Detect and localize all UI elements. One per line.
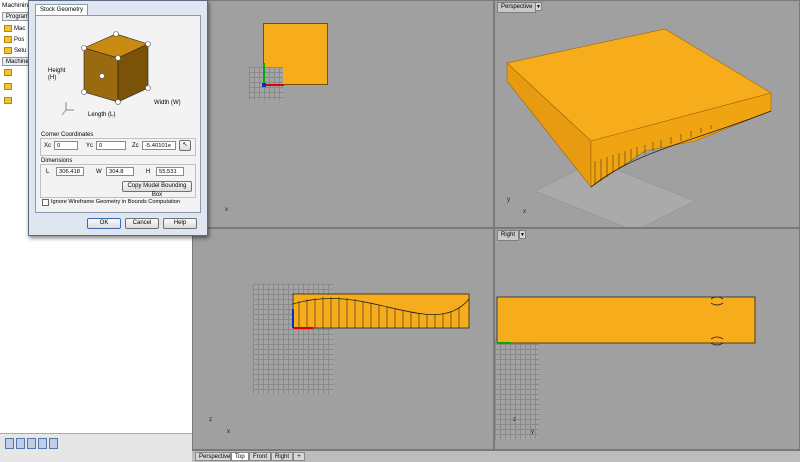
length-field[interactable]: 306.418 <box>56 167 84 176</box>
world-axis-x: x <box>227 429 230 435</box>
world-axis-x: x <box>225 207 228 213</box>
tree-item-node[interactable] <box>4 82 14 92</box>
stock-right <box>496 296 756 344</box>
dialog-content: Height (H) Length (L) Width (W) Corner C… <box>35 15 201 213</box>
stock-geometry-dialog: Stock Geometry Height (H) Length (L) Wid… <box>28 0 208 236</box>
sim-tab-icon[interactable] <box>49 438 58 449</box>
x-axis-icon <box>264 84 284 86</box>
pick-corner-button[interactable]: ↖ <box>179 140 191 151</box>
tree-item-node[interactable] <box>4 68 14 78</box>
tools-tab-icon[interactable] <box>16 438 25 449</box>
tab-perspective[interactable]: Perspective <box>195 452 231 461</box>
world-axis-y: y <box>531 429 534 435</box>
folder-icon <box>4 96 12 104</box>
browser-toolbar <box>0 433 192 462</box>
viewport-front[interactable]: z x <box>192 228 494 450</box>
zc-label: Zc <box>132 143 139 149</box>
l-label: L <box>46 169 50 175</box>
operations-tab-icon[interactable] <box>38 438 47 449</box>
tree-item-setup[interactable]: Setu <box>4 46 26 56</box>
folder-icon <box>4 82 12 90</box>
tree-item-node[interactable] <box>4 96 14 106</box>
viewport-top[interactable]: y x <box>192 0 494 228</box>
world-axis-z: z <box>209 417 212 423</box>
world-axis-y: y <box>507 197 510 203</box>
machine-tab-icon[interactable] <box>5 438 14 449</box>
height-label: Height (H) <box>48 68 66 81</box>
yc-label: Yc <box>86 143 94 149</box>
zc-field[interactable]: -5.40101e <box>142 141 176 150</box>
tree-item-mac[interactable]: Mac <box>4 24 25 34</box>
w-label: W <box>96 169 102 175</box>
ignore-wireframe-label: Ignore Wireframe Geometry in Bounds Comp… <box>51 199 181 205</box>
right-scene <box>496 296 756 346</box>
viewport-perspective[interactable]: Perspective ▼ y x <box>494 0 800 228</box>
width-field[interactable]: 304.8 <box>106 167 134 176</box>
tree-item-pos[interactable]: Pos <box>4 35 24 45</box>
z-axis-icon <box>262 83 266 87</box>
perspective-scene <box>506 28 772 227</box>
copy-model-bounding-box-button[interactable]: Copy Model Bounding Box <box>122 181 192 198</box>
folder-icon <box>4 68 12 76</box>
cancel-button[interactable]: Cancel <box>125 218 159 229</box>
ok-button[interactable]: OK <box>87 218 121 229</box>
posts-icon <box>4 35 12 43</box>
y-axis-icon <box>263 63 265 85</box>
world-axis-x: x <box>523 209 526 215</box>
help-button[interactable]: Help <box>163 218 197 229</box>
tab-right[interactable]: Right <box>271 452 293 461</box>
width-label: Width (W) <box>154 100 181 106</box>
tab-front[interactable]: Front <box>249 452 271 461</box>
xc-label: Xc <box>44 143 52 149</box>
tab-top[interactable]: Top <box>231 452 249 461</box>
ignore-wireframe-checkbox[interactable] <box>42 199 49 206</box>
yc-field[interactable]: 0 <box>96 141 126 150</box>
viewport-right[interactable]: Right ▼ z y <box>494 228 800 450</box>
front-scene <box>292 293 470 329</box>
height-field[interactable]: 55.531 <box>156 167 184 176</box>
features-tab-icon[interactable] <box>27 438 36 449</box>
xc-field[interactable]: 0 <box>54 141 78 150</box>
add-viewport-button[interactable]: + <box>293 452 305 461</box>
world-axis-z: z <box>513 417 516 423</box>
viewport-tabs: Perspective Top Front Right + <box>192 450 800 462</box>
setup-icon <box>4 46 12 54</box>
length-label: Length (L) <box>88 112 116 118</box>
machine-icon <box>4 24 12 32</box>
h-label: H <box>146 169 151 175</box>
